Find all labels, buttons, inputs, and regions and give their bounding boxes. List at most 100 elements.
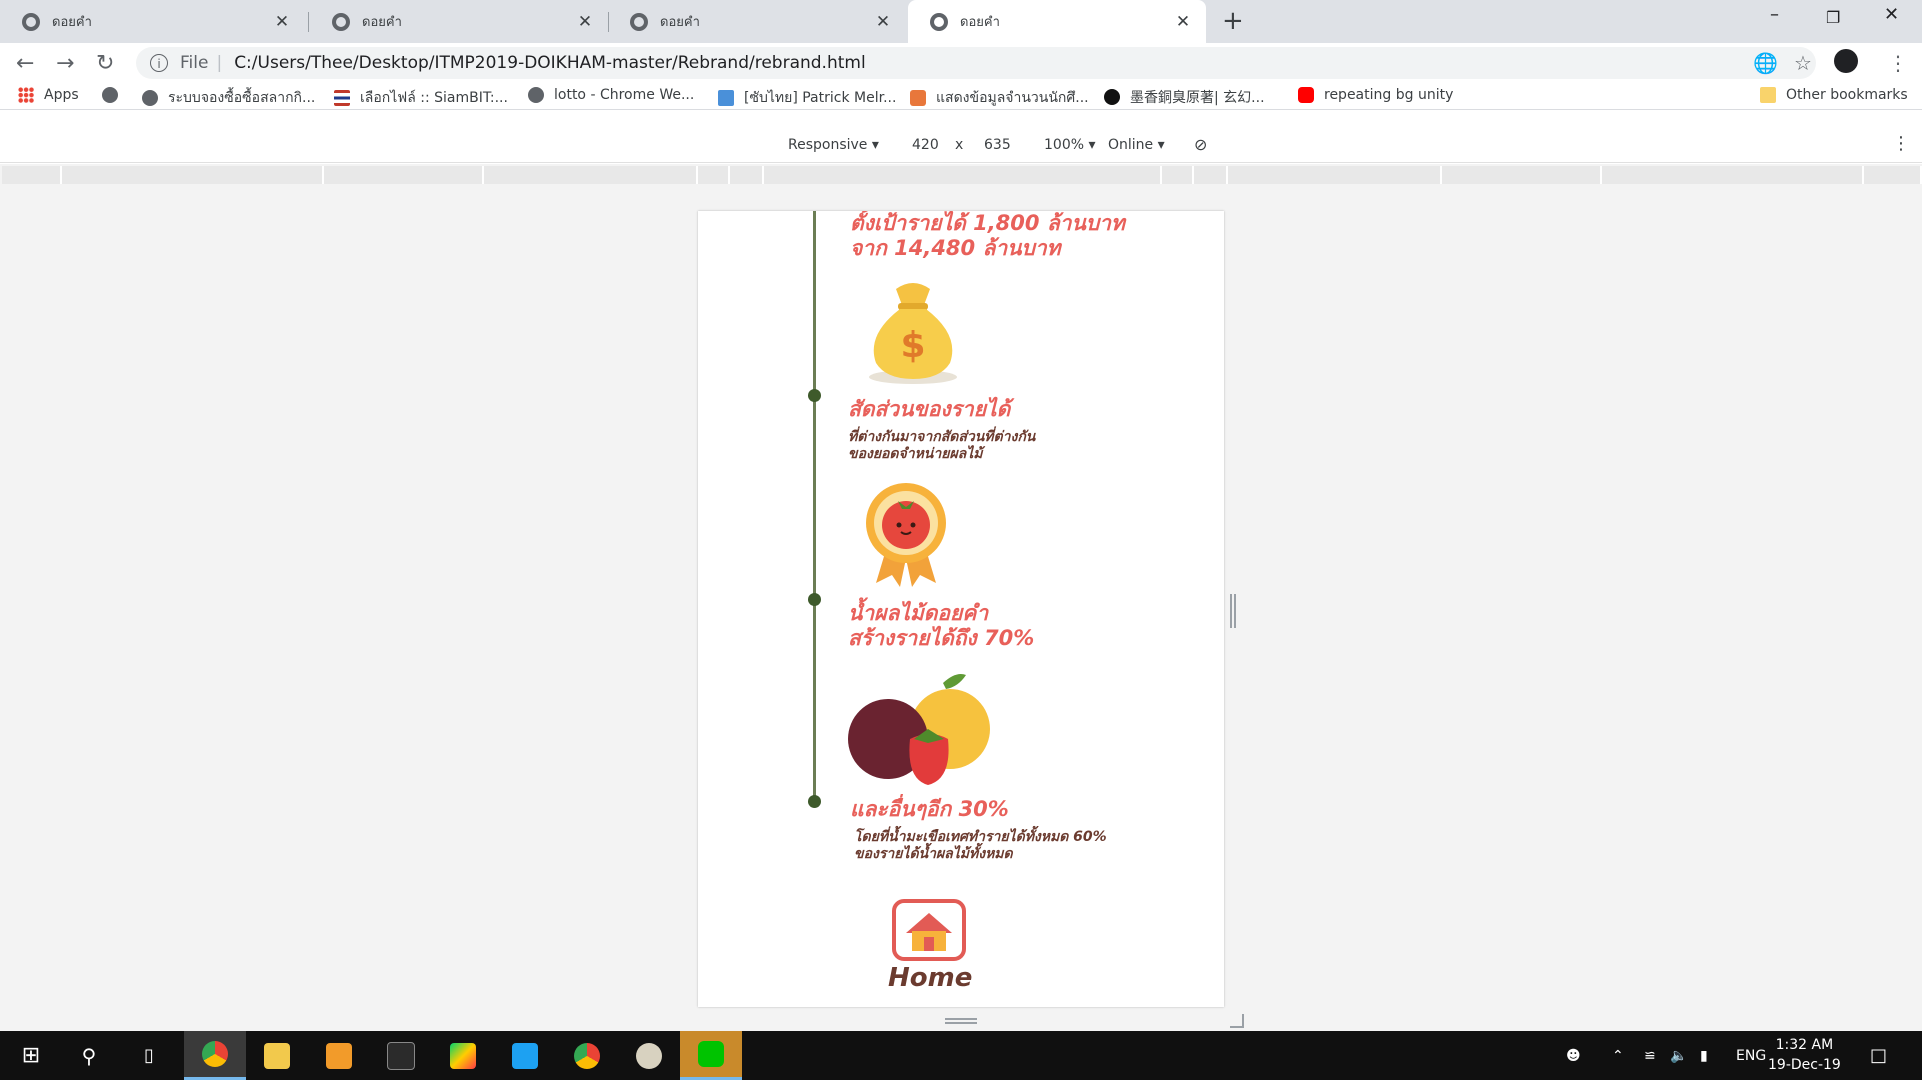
sublime-icon[interactable] bbox=[308, 1031, 370, 1080]
income-goal-line1: ตั้งเป้ารายได้ 1,800 ล้านบาท bbox=[850, 211, 1125, 235]
bookmark-item[interactable]: 墨香銅臭原著| 玄幻... bbox=[1104, 87, 1265, 107]
people-icon[interactable]: ☻ bbox=[1566, 1031, 1581, 1080]
ratio-desc-line1: ที่ต่างกันมาจากสัดส่วนที่ต่างกัน bbox=[848, 429, 1036, 445]
viewport-width-resizer[interactable] bbox=[1230, 594, 1236, 628]
ruler-segment[interactable] bbox=[730, 166, 764, 184]
bookmark-item[interactable]: [ซับไทย] Patrick Melr... bbox=[718, 87, 896, 109]
height-input[interactable]: 635 bbox=[984, 137, 1011, 153]
ruler-segment[interactable] bbox=[324, 166, 484, 184]
minimize-icon[interactable]: – bbox=[1770, 4, 1779, 25]
reload-icon[interactable]: ↻ bbox=[96, 51, 114, 76]
tab-separator bbox=[308, 12, 309, 32]
profile-avatar[interactable] bbox=[1834, 49, 1858, 73]
line-icon[interactable] bbox=[680, 1031, 742, 1080]
home-label[interactable]: Home bbox=[888, 963, 972, 993]
ruler-segment[interactable] bbox=[2, 166, 62, 184]
ruler-segment[interactable] bbox=[1864, 166, 1922, 184]
ratio-desc-line2: ของยอดจำหน่ายผลไม้ bbox=[848, 446, 983, 462]
bookmark-label: 墨香銅臭原著| 玄幻... bbox=[1130, 90, 1265, 106]
income-goal-line2: จาก 14,480 ล้านบาท bbox=[850, 236, 1061, 260]
viewport-corner-resizer[interactable] bbox=[1230, 1014, 1244, 1028]
volume-icon[interactable]: 🔈 bbox=[1670, 1031, 1687, 1080]
timeline-dot bbox=[808, 795, 821, 808]
translate-icon[interactable]: 🌐 bbox=[1753, 51, 1778, 75]
battery-icon[interactable]: ▮ bbox=[1700, 1031, 1708, 1080]
bookmark-label: Apps bbox=[44, 87, 79, 103]
tray-chevron-icon[interactable]: ⌃ bbox=[1612, 1031, 1624, 1080]
twitter-icon[interactable] bbox=[494, 1031, 556, 1080]
others-desc-line1: โดยที่น้ำมะเขือเทศทำรายได้ทั้งหมด 60% bbox=[854, 829, 1107, 845]
file-explorer-icon[interactable] bbox=[246, 1031, 308, 1080]
menu-kebab-icon[interactable]: ⋮ bbox=[1888, 51, 1908, 75]
url-text[interactable]: C:/Users/Thee/Desktop/ITMP2019-DOIKHAM-m… bbox=[234, 53, 866, 73]
globe-icon bbox=[528, 87, 544, 103]
other-bookmarks[interactable]: Other bookmarks bbox=[1760, 87, 1908, 103]
bookmark-item[interactable]: repeating bg unity bbox=[1298, 87, 1453, 103]
bookmark-apps[interactable]: Apps bbox=[18, 87, 79, 103]
ruler-segment[interactable] bbox=[1194, 166, 1228, 184]
ruler-segment[interactable] bbox=[1162, 166, 1194, 184]
globe-icon bbox=[630, 12, 648, 31]
system-clock[interactable]: 1:32 AM 19-Dec-19 bbox=[1768, 1035, 1841, 1075]
back-arrow-icon[interactable]: ← bbox=[16, 51, 34, 76]
close-icon[interactable]: ✕ bbox=[1174, 12, 1192, 32]
restore-icon[interactable]: ❐ bbox=[1826, 8, 1840, 27]
bookmark-star-icon[interactable]: ☆ bbox=[1794, 51, 1812, 75]
device-menu-icon[interactable]: ⋮ bbox=[1892, 133, 1910, 154]
ruler-segment[interactable] bbox=[1442, 166, 1602, 184]
paint-icon[interactable] bbox=[618, 1031, 680, 1080]
ruler-segment[interactable] bbox=[698, 166, 730, 184]
windows-start-icon[interactable]: ⊞ bbox=[0, 1031, 62, 1080]
browser-tab-2[interactable]: ดอยคำ ✕ bbox=[310, 0, 608, 43]
bookmarks-bar: Apps ระบบจองซื้อซื้อสลากกิ... เลือกไฟล์ … bbox=[0, 83, 1922, 110]
search-icon[interactable]: ⚲ bbox=[58, 1031, 120, 1080]
chrome-icon[interactable] bbox=[556, 1031, 618, 1080]
close-icon[interactable]: ✕ bbox=[273, 12, 291, 32]
address-bar[interactable]: i File | C:/Users/Thee/Desktop/ITMP2019-… bbox=[136, 47, 1816, 79]
info-icon[interactable]: i bbox=[150, 54, 168, 72]
throttle-select[interactable]: Online ▾ bbox=[1108, 137, 1165, 153]
bc-icon bbox=[718, 90, 734, 106]
browser-tab-active[interactable]: ดอยคำ ✕ bbox=[908, 0, 1206, 43]
bookmark-label: เลือกไฟล์ :: SiamBIT:... bbox=[360, 90, 508, 106]
task-view-icon[interactable]: ▯ bbox=[118, 1031, 180, 1080]
zoom-select[interactable]: 100% ▾ bbox=[1044, 137, 1096, 153]
browser-tab-3[interactable]: ดอยคำ ✕ bbox=[608, 0, 906, 43]
bookmark-globe[interactable] bbox=[102, 87, 128, 103]
notification-icon[interactable]: □ bbox=[1870, 1031, 1887, 1080]
emulated-page-viewport[interactable]: ตั้งเป้ารายได้ 1,800 ล้านบาท จาก 14,480 … bbox=[698, 211, 1224, 1007]
close-icon[interactable]: ✕ bbox=[874, 12, 892, 32]
bookmark-item[interactable]: แสดงข้อมูลจำนวนนักศึ... bbox=[910, 87, 1089, 109]
folder-icon bbox=[1760, 87, 1776, 103]
device-mode-select[interactable]: Responsive ▾ bbox=[788, 137, 879, 153]
bookmark-item[interactable]: เลือกไฟล์ :: SiamBIT:... bbox=[334, 87, 508, 109]
terminal-icon[interactable] bbox=[370, 1031, 432, 1080]
width-input[interactable]: 420 bbox=[912, 137, 939, 153]
tab-title: ดอยคำ bbox=[960, 15, 1000, 30]
wifi-icon[interactable]: ≌ bbox=[1644, 1031, 1656, 1080]
ruler-segment[interactable] bbox=[484, 166, 698, 184]
rotate-icon[interactable]: ⊘ bbox=[1194, 135, 1207, 154]
new-tab-button[interactable]: + bbox=[1222, 6, 1244, 36]
apps-grid-icon bbox=[18, 87, 34, 103]
globe-icon bbox=[332, 12, 350, 31]
language-indicator[interactable]: ENG bbox=[1736, 1031, 1766, 1080]
ruler-segment[interactable] bbox=[1228, 166, 1442, 184]
bookmark-item[interactable]: ระบบจองซื้อซื้อสลากกิ... bbox=[142, 87, 315, 109]
home-button[interactable] bbox=[892, 899, 966, 961]
ruler-segment[interactable] bbox=[62, 166, 324, 184]
tab-title: ดอยคำ bbox=[660, 15, 700, 30]
viewport-height-resizer[interactable] bbox=[945, 1018, 977, 1024]
close-icon[interactable]: ✕ bbox=[576, 12, 594, 32]
browser-tab-1[interactable]: ดอยคำ ✕ bbox=[0, 0, 305, 43]
ruler-segment[interactable] bbox=[1602, 166, 1864, 184]
ruler-segment[interactable] bbox=[764, 166, 1162, 184]
window-close-icon[interactable]: ✕ bbox=[1884, 4, 1899, 25]
chrome-icon[interactable] bbox=[184, 1031, 246, 1080]
bookmark-item[interactable]: lotto - Chrome We... bbox=[528, 87, 694, 103]
globe-icon bbox=[142, 90, 158, 106]
google-play-icon[interactable] bbox=[432, 1031, 494, 1080]
forward-arrow-icon[interactable]: → bbox=[56, 51, 74, 76]
ratio-title: สัดส่วนของรายได้ bbox=[848, 397, 1011, 421]
svg-text:$: $ bbox=[900, 325, 925, 366]
